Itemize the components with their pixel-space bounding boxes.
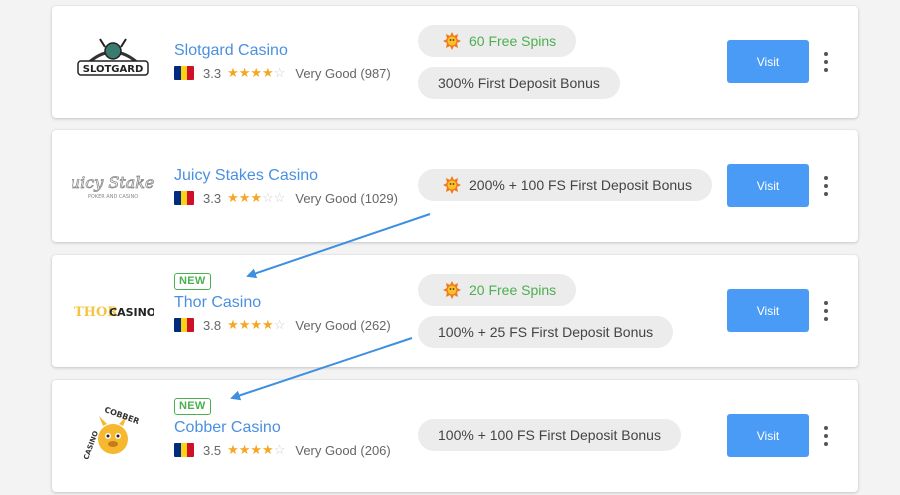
- star-rating: ★★★★☆: [227, 442, 286, 457]
- free-spins-badge: 60 Free Spins: [418, 25, 577, 57]
- casino-info: NEW Cobber Casino 3.5 ★★★★☆ Very Good (2…: [174, 396, 391, 459]
- svg-text:CASINO: CASINO: [109, 306, 154, 319]
- new-badge: NEW: [174, 398, 211, 415]
- casino-name-link[interactable]: Juicy Stakes Casino: [174, 166, 398, 186]
- slotgard-logo[interactable]: SLOTGARD: [72, 32, 154, 92]
- more-options-icon[interactable]: [818, 172, 834, 200]
- spin-burst-icon: [442, 175, 462, 195]
- rating-row: 3.8 ★★★★☆ Very Good (262): [174, 316, 391, 334]
- rating-value: 3.3: [203, 190, 222, 206]
- rating-label: Very Good (206): [295, 442, 391, 458]
- spin-burst-icon: [442, 31, 462, 51]
- rating-row: 3.5 ★★★★☆ Very Good (206): [174, 441, 391, 459]
- casino-card: COBBER CASINO NEW Cobber Casino 3.5 ★★★★…: [52, 380, 858, 492]
- rating-label: Very Good (987): [295, 65, 391, 81]
- spin-burst-icon: [442, 280, 462, 300]
- free-spins-badge: 20 Free Spins: [418, 274, 577, 306]
- visit-button[interactable]: Visit: [727, 40, 809, 83]
- cobber-casino-logo[interactable]: COBBER CASINO: [72, 406, 154, 466]
- rating-value: 3.3: [203, 65, 222, 81]
- thor-casino-logo[interactable]: THOR CASINO: [72, 281, 154, 341]
- star-rating: ★★★☆☆: [227, 190, 286, 205]
- rating-label: Very Good (262): [295, 317, 391, 333]
- svg-text:Juicy Stakes: Juicy Stakes: [72, 173, 154, 192]
- visit-button[interactable]: Visit: [727, 289, 809, 332]
- casino-name-link[interactable]: Slotgard Casino: [174, 41, 391, 61]
- deposit-bonus-badge: 300% First Deposit Bonus: [418, 67, 620, 99]
- visit-button[interactable]: Visit: [727, 164, 809, 207]
- casino-info: NEW Thor Casino 3.8 ★★★★☆ Very Good (262…: [174, 271, 391, 334]
- romania-flag-icon: [174, 66, 194, 80]
- casino-card: Juicy Stakes POKER AND CASINO Juicy Stak…: [52, 130, 858, 242]
- rating-row: 3.3 ★★★★☆ Very Good (987): [174, 64, 391, 82]
- star-rating: ★★★★☆: [227, 317, 286, 332]
- casino-info: Slotgard Casino 3.3 ★★★★☆ Very Good (987…: [174, 41, 391, 82]
- deposit-bonus-badge: 200% + 100 FS First Deposit Bonus: [418, 169, 712, 201]
- rating-row: 3.3 ★★★☆☆ Very Good (1029): [174, 189, 398, 207]
- romania-flag-icon: [174, 318, 194, 332]
- casino-info: Juicy Stakes Casino 3.3 ★★★☆☆ Very Good …: [174, 166, 398, 207]
- svg-text:SLOTGARD: SLOTGARD: [83, 64, 144, 75]
- rating-label: Very Good (1029): [295, 190, 398, 206]
- visit-button[interactable]: Visit: [727, 414, 809, 457]
- casino-card: THOR CASINO NEW Thor Casino 3.8 ★★★★☆ Ve…: [52, 255, 858, 367]
- rating-value: 3.5: [203, 442, 222, 458]
- new-badge: NEW: [174, 273, 211, 290]
- svg-text:POKER AND CASINO: POKER AND CASINO: [88, 194, 138, 200]
- more-options-icon[interactable]: [818, 297, 834, 325]
- casino-card: SLOTGARD Slotgard Casino 3.3 ★★★★☆ Very …: [52, 6, 858, 118]
- star-rating: ★★★★☆: [227, 65, 286, 80]
- romania-flag-icon: [174, 443, 194, 457]
- casino-name-link[interactable]: Cobber Casino: [174, 418, 391, 438]
- juicy-stakes-logo[interactable]: Juicy Stakes POKER AND CASINO: [72, 156, 154, 216]
- deposit-bonus-badge: 100% + 25 FS First Deposit Bonus: [418, 316, 674, 348]
- rating-value: 3.8: [203, 317, 222, 333]
- deposit-bonus-badge: 100% + 100 FS First Deposit Bonus: [418, 419, 681, 451]
- casino-name-link[interactable]: Thor Casino: [174, 293, 391, 313]
- romania-flag-icon: [174, 191, 194, 205]
- more-options-icon[interactable]: [818, 422, 834, 450]
- more-options-icon[interactable]: [818, 48, 834, 76]
